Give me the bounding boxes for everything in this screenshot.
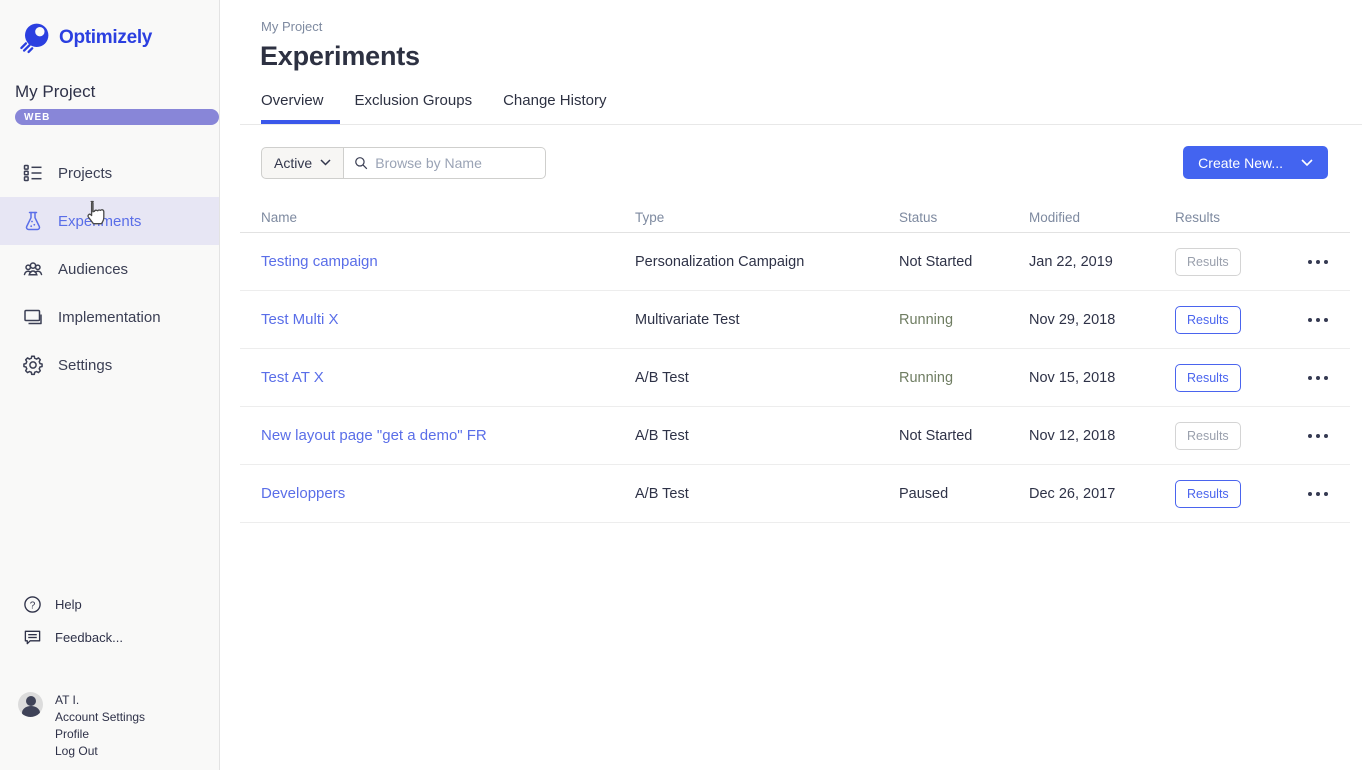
sidebar-item-projects[interactable]: Projects (0, 149, 219, 197)
sidebar-item-audiences[interactable]: Audiences (0, 245, 219, 293)
sidebar-item-experiments[interactable]: Experiments (0, 197, 219, 245)
logo-wordmark: Optimizely (59, 27, 152, 49)
experiment-type: A/B Test (635, 428, 899, 444)
experiment-name-link[interactable]: New layout page "get a demo" FR (240, 427, 635, 444)
help-label: Help (55, 597, 82, 612)
experiments-table: Name Type Status Modified Results Testin… (240, 203, 1350, 523)
breadcrumb: My Project (240, 19, 1362, 34)
table-row: Test AT X A/B Test Running Nov 15, 2018 … (240, 349, 1350, 407)
experiment-type: A/B Test (635, 486, 899, 502)
results-button[interactable]: Results (1175, 306, 1241, 334)
row-menu-ellipsis-icon[interactable] (1304, 376, 1350, 380)
sidebar-item-label: Implementation (58, 309, 161, 326)
status-filter-dropdown[interactable]: Active (261, 147, 344, 179)
optimizely-logo-icon (16, 20, 52, 56)
account-settings-link[interactable]: Account Settings (55, 709, 145, 726)
feedback-bubble-icon (23, 628, 42, 647)
create-new-button[interactable]: Create New... (1183, 146, 1328, 179)
sidebar-item-label: Projects (58, 165, 112, 182)
col-header-type[interactable]: Type (635, 210, 899, 225)
sidebar-item-label: Audiences (58, 261, 128, 278)
projects-list-icon (21, 161, 45, 185)
app-window: Optimizely My Project WEB Projects (0, 0, 1362, 770)
user-block: AT I. Account Settings Profile Log Out (18, 692, 219, 760)
tab-overview[interactable]: Overview (261, 92, 340, 124)
svg-text:?: ? (30, 600, 36, 611)
experiment-name-link[interactable]: Developpers (240, 485, 635, 502)
experiment-name-link[interactable]: Testing campaign (240, 253, 635, 270)
feedback-link[interactable]: Feedback... (0, 621, 219, 654)
status-cell: Not Started (899, 428, 1029, 444)
col-header-name[interactable]: Name (240, 210, 635, 225)
modified-date: Nov 29, 2018 (1029, 312, 1175, 328)
sidebar-item-implementation[interactable]: Implementation (0, 293, 219, 341)
row-menu-ellipsis-icon[interactable] (1304, 318, 1350, 322)
status-cell: Not Started (899, 254, 1029, 270)
create-new-label: Create New... (1198, 155, 1283, 171)
tab-bar: Overview Exclusion Groups Change History (240, 92, 1362, 125)
results-button[interactable]: Results (1175, 480, 1241, 508)
status-cell: Running (899, 312, 1029, 328)
people-icon (21, 257, 45, 281)
table-row: Developpers A/B Test Paused Dec 26, 2017… (240, 465, 1350, 523)
table-header: Name Type Status Modified Results (240, 203, 1350, 233)
chevron-down-icon (320, 159, 331, 166)
col-header-results[interactable]: Results (1175, 210, 1304, 225)
modified-date: Nov 12, 2018 (1029, 428, 1175, 444)
user-name: AT I. (55, 692, 145, 709)
help-question-icon: ? (23, 595, 42, 614)
optimizely-logo[interactable]: Optimizely (0, 0, 219, 56)
status-cell: Paused (899, 486, 1029, 502)
sidebar-item-label: Settings (58, 357, 112, 374)
sidebar-item-settings[interactable]: Settings (0, 341, 219, 389)
row-menu-ellipsis-icon[interactable] (1304, 434, 1350, 438)
sidebar-project-name: My Project (0, 56, 219, 102)
sidebar: Optimizely My Project WEB Projects (0, 0, 220, 770)
toolbar: Active Create New... (240, 146, 1362, 179)
experiment-name-link[interactable]: Test Multi X (240, 311, 635, 328)
search-box (344, 147, 546, 179)
user-avatar[interactable] (18, 692, 43, 717)
tab-exclusion-groups[interactable]: Exclusion Groups (355, 92, 473, 124)
project-type-badge: WEB (15, 109, 219, 125)
row-menu-ellipsis-icon[interactable] (1304, 492, 1350, 496)
table-row: New layout page "get a demo" FR A/B Test… (240, 407, 1350, 465)
experiment-type: Personalization Campaign (635, 254, 899, 270)
experiment-type: Multivariate Test (635, 312, 899, 328)
modified-date: Jan 22, 2019 (1029, 254, 1175, 270)
flask-icon (21, 209, 45, 233)
status-cell: Running (899, 370, 1029, 386)
results-button[interactable]: Results (1175, 364, 1241, 392)
table-row: Testing campaign Personalization Campaig… (240, 233, 1350, 291)
experiment-name-link[interactable]: Test AT X (240, 369, 635, 386)
table-row: Test Multi X Multivariate Test Running N… (240, 291, 1350, 349)
profile-link[interactable]: Profile (55, 726, 145, 743)
main-content: My Project Experiments Overview Exclusio… (220, 0, 1362, 770)
help-link[interactable]: ? Help (0, 588, 219, 621)
row-menu-ellipsis-icon[interactable] (1304, 260, 1350, 264)
windows-icon (21, 305, 45, 329)
experiment-type: A/B Test (635, 370, 899, 386)
chevron-down-icon (1301, 159, 1313, 167)
feedback-label: Feedback... (55, 630, 123, 645)
search-input[interactable] (375, 155, 537, 171)
results-button[interactable]: Results (1175, 422, 1241, 450)
modified-date: Dec 26, 2017 (1029, 486, 1175, 502)
col-header-status[interactable]: Status (899, 210, 1029, 225)
gear-icon (21, 353, 45, 377)
col-header-modified[interactable]: Modified (1029, 210, 1175, 225)
sidebar-item-label: Experiments (58, 213, 141, 230)
logout-link[interactable]: Log Out (55, 743, 145, 760)
filter-value: Active (274, 155, 312, 171)
sidebar-footer: ? Help Feedback... AT I. Account Sett (0, 588, 219, 770)
modified-date: Nov 15, 2018 (1029, 370, 1175, 386)
results-button[interactable]: Results (1175, 248, 1241, 276)
filter-search-group: Active (261, 147, 546, 179)
page-title: Experiments (240, 41, 1362, 72)
search-icon (354, 155, 368, 171)
sidebar-nav: Projects Experiments (0, 149, 219, 389)
tab-change-history[interactable]: Change History (503, 92, 606, 124)
